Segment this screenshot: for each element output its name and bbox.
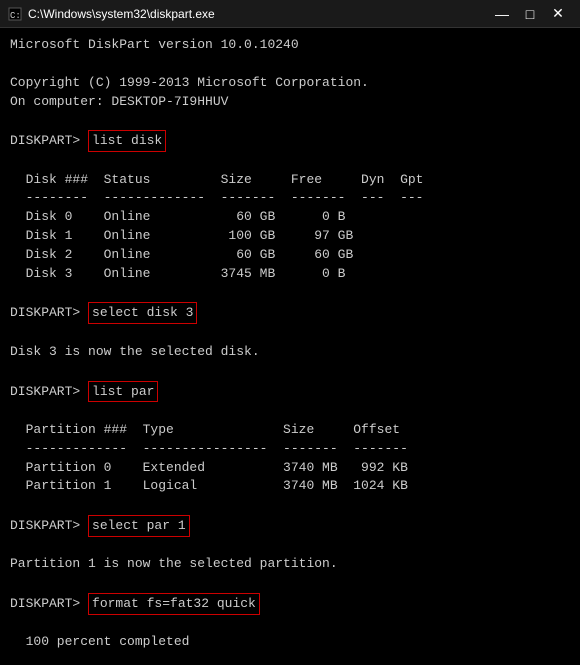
svg-text:C:: C: — [10, 11, 21, 21]
disk0: Disk 0 Online 60 GB 0 B — [10, 208, 570, 227]
disk3: Disk 3 Online 3745 MB 0 B — [10, 265, 570, 284]
window-controls[interactable]: — □ ✕ — [488, 4, 572, 24]
command-2: select disk 3 — [88, 302, 197, 324]
window-title: C:\Windows\system32\diskpart.exe — [28, 7, 215, 21]
prompt-3: DISKPART> — [10, 382, 88, 402]
command-3: list par — [88, 381, 158, 403]
command-1: list disk — [88, 130, 166, 152]
output-line-blank1 — [10, 55, 570, 74]
table-sep: -------- ------------- ------- ------- -… — [10, 189, 570, 208]
close-button[interactable]: ✕ — [544, 4, 572, 24]
output-line-3: Copyright (C) 1999-2013 Microsoft Corpor… — [10, 74, 570, 93]
output-line-blank10 — [10, 574, 570, 593]
output-line-blank11 — [10, 615, 570, 634]
msg-2: Partition 1 is now the selected partitio… — [10, 555, 570, 574]
par1: Partition 1 Logical 3740 MB 1024 KB — [10, 477, 570, 496]
prompt-2: DISKPART> — [10, 303, 88, 323]
output-line-blank3 — [10, 152, 570, 171]
msg-1: Disk 3 is now the selected disk. — [10, 343, 570, 362]
output-line-blank5 — [10, 324, 570, 343]
output-line-blank12 — [10, 652, 570, 665]
prompt-line-2: DISKPART> select disk 3 — [10, 302, 570, 324]
table-header: Disk ### Status Size Free Dyn Gpt — [10, 171, 570, 190]
prompt-4: DISKPART> — [10, 516, 88, 536]
maximize-button[interactable]: □ — [516, 4, 544, 24]
msg-3: 100 percent completed — [10, 633, 570, 652]
par0: Partition 0 Extended 3740 MB 992 KB — [10, 459, 570, 478]
title-bar: C: C:\Windows\system32\diskpart.exe — □ … — [0, 0, 580, 28]
prompt-line-3: DISKPART> list par — [10, 381, 570, 403]
output-line-blank8 — [10, 496, 570, 515]
prompt-1: DISKPART> — [10, 131, 88, 151]
prompt-line-1: DISKPART> list disk — [10, 130, 570, 152]
output-line-blank4 — [10, 284, 570, 303]
output-line-blank9 — [10, 537, 570, 556]
prompt-5: DISKPART> — [10, 594, 88, 614]
prompt-line-5: DISKPART> format fs=fat32 quick — [10, 593, 570, 615]
par-sep: ------------- ---------------- ------- -… — [10, 440, 570, 459]
output-line-4: On computer: DESKTOP-7I9HHUV — [10, 93, 570, 112]
disk1: Disk 1 Online 100 GB 97 GB — [10, 227, 570, 246]
command-5: format fs=fat32 quick — [88, 593, 260, 615]
terminal-body: Microsoft DiskPart version 10.0.10240 Co… — [0, 28, 580, 665]
output-line-blank2 — [10, 111, 570, 130]
output-line-blank7 — [10, 402, 570, 421]
prompt-line-4: DISKPART> select par 1 — [10, 515, 570, 537]
output-line-blank6 — [10, 362, 570, 381]
command-4: select par 1 — [88, 515, 190, 537]
app-icon: C: — [8, 7, 22, 21]
par-header: Partition ### Type Size Offset — [10, 421, 570, 440]
disk2: Disk 2 Online 60 GB 60 GB — [10, 246, 570, 265]
title-bar-left: C: C:\Windows\system32\diskpart.exe — [8, 7, 215, 21]
output-line-1: Microsoft DiskPart version 10.0.10240 — [10, 36, 570, 55]
minimize-button[interactable]: — — [488, 4, 516, 24]
